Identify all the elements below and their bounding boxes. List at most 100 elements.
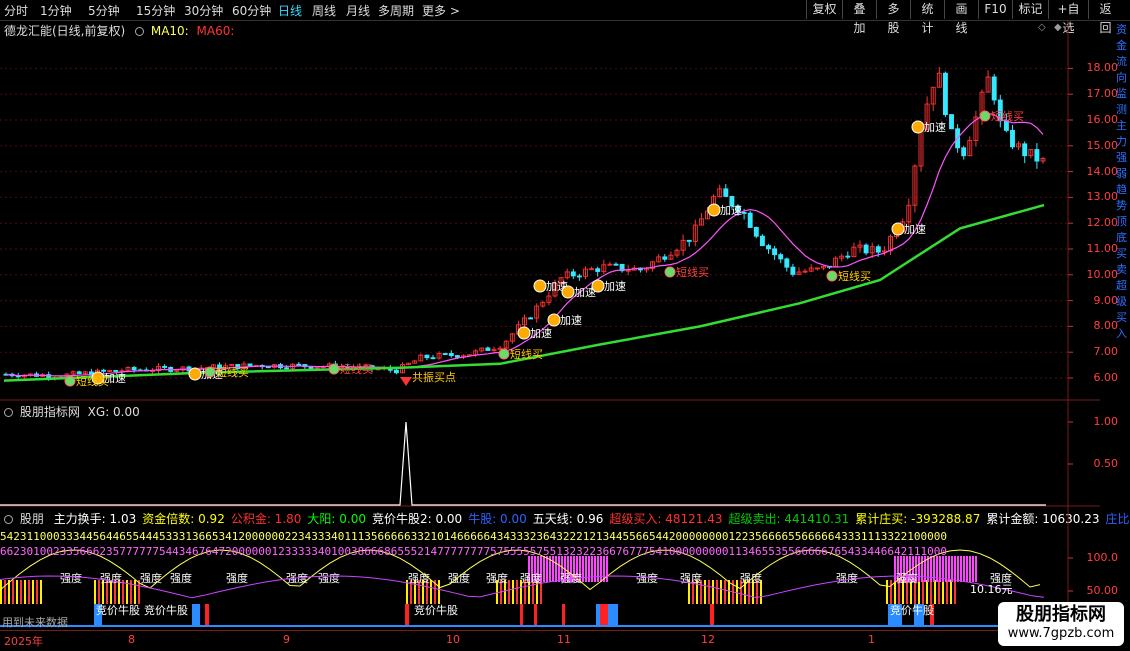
magenta-bar (594, 556, 596, 582)
magenta-bar (948, 556, 950, 582)
candle-body (961, 147, 967, 157)
price-tick-label: 12.00 (1086, 216, 1119, 230)
candle-body (595, 268, 601, 272)
strength-bar (122, 580, 124, 604)
strength-bar (918, 580, 920, 604)
short-buy-icon (979, 110, 991, 122)
price-tick-label: 6.00 (1093, 371, 1119, 384)
strong-label: 强度 (100, 571, 122, 585)
magenta-bar (951, 556, 953, 582)
candle-body (662, 256, 668, 260)
red-bar (520, 604, 523, 626)
date-label: 10 (446, 633, 460, 646)
magenta-bar (969, 556, 971, 582)
candle-body (991, 76, 997, 101)
candle-body (759, 235, 765, 247)
candle-body (265, 366, 271, 369)
candle-body (747, 212, 753, 228)
strength-bar (922, 580, 924, 604)
accel-icon (891, 222, 905, 236)
strength-bar (24, 580, 26, 604)
watermark: 股朋指标网 www.7gpzb.com (998, 602, 1124, 646)
candle-body (741, 212, 747, 214)
strength-bar (954, 580, 956, 604)
candle-body (454, 355, 460, 358)
candle-body (570, 271, 576, 277)
xg-line (0, 421, 1046, 506)
price-tick-label: 18.00 (1086, 61, 1119, 75)
strength-bar (946, 580, 948, 604)
date-label: 12 (701, 633, 715, 646)
short-buy-label: 短线买 (340, 362, 373, 376)
accel-icon (517, 326, 531, 340)
red-bar (600, 604, 608, 626)
price-tick-label: 10.00 (1086, 267, 1119, 281)
price-tick-label: 17.00 (1086, 87, 1119, 101)
strength-bar (704, 580, 706, 604)
price-tick-label: 9.00 (1093, 293, 1119, 307)
strength-bar (0, 580, 2, 604)
strong-label: 强度 (226, 571, 248, 585)
price-tick-label: 11.00 (1086, 242, 1119, 255)
short-buy-label: 短线买 (991, 109, 1024, 123)
strength-bar (942, 580, 944, 604)
short-buy-label: 短线买 (838, 269, 871, 283)
candle-body (430, 357, 436, 360)
strength-bar (16, 580, 18, 604)
candle-body (296, 363, 302, 366)
magenta-bar (921, 556, 923, 582)
strength-bar (94, 580, 96, 604)
short-buy-icon (664, 266, 676, 278)
candle-body (424, 354, 430, 359)
magenta-bar (588, 556, 590, 582)
candle-body (863, 244, 869, 254)
strength-bar (930, 580, 932, 604)
strength-bar (20, 580, 22, 604)
short-buy-icon (826, 270, 838, 282)
magenta-bar (585, 556, 587, 582)
strength-bar (32, 580, 34, 604)
magenta-bar (957, 556, 959, 582)
short-buy-icon (204, 366, 216, 378)
strength-bar (926, 580, 928, 604)
date-label: 8 (128, 633, 135, 646)
strong-label: 强度 (318, 571, 340, 585)
short-buy-icon (64, 375, 76, 387)
accel-label: 加速 (560, 314, 582, 327)
candle-body (485, 347, 491, 351)
short-buy-label: 短线买 (510, 347, 543, 361)
magenta-bar (591, 556, 593, 582)
candle-body (576, 275, 582, 278)
watermark-url: www.7gpzb.com (1007, 626, 1115, 641)
bid-stock-label-4: 竞价牛股 (890, 604, 934, 617)
short-buy-label: 短线买 (76, 374, 109, 388)
date-label: 1 (868, 633, 875, 646)
strength-bar (28, 580, 30, 604)
accel-label: 加速 (720, 204, 742, 217)
accel-icon (707, 203, 721, 217)
price-tick-label: 14.00 (1086, 164, 1119, 178)
date-label: 2025年 (4, 635, 43, 648)
candle-body (393, 369, 399, 374)
blue-bar (192, 604, 200, 626)
candle-body (949, 114, 954, 130)
date-label: 9 (283, 633, 290, 646)
candle-body (613, 263, 619, 266)
indicator2-tick-label: 50.00 (1086, 584, 1119, 597)
strength-bar (40, 580, 42, 604)
strong-label: 强度 (60, 571, 82, 585)
magenta-bar (960, 556, 962, 582)
strength-bar (736, 580, 738, 604)
strength-bar (134, 580, 136, 604)
indicator1-tick-label: 0.50 (1093, 457, 1119, 470)
strength-bar (516, 580, 518, 604)
co-buy-icon (400, 377, 412, 386)
strength-bar (938, 580, 940, 604)
accel-icon (547, 313, 561, 327)
accel-icon (188, 367, 202, 381)
magenta-bar (930, 556, 932, 582)
candle-body (772, 248, 778, 256)
strength-bar (508, 580, 510, 604)
candle-body (723, 188, 729, 197)
candle-body (284, 367, 290, 370)
